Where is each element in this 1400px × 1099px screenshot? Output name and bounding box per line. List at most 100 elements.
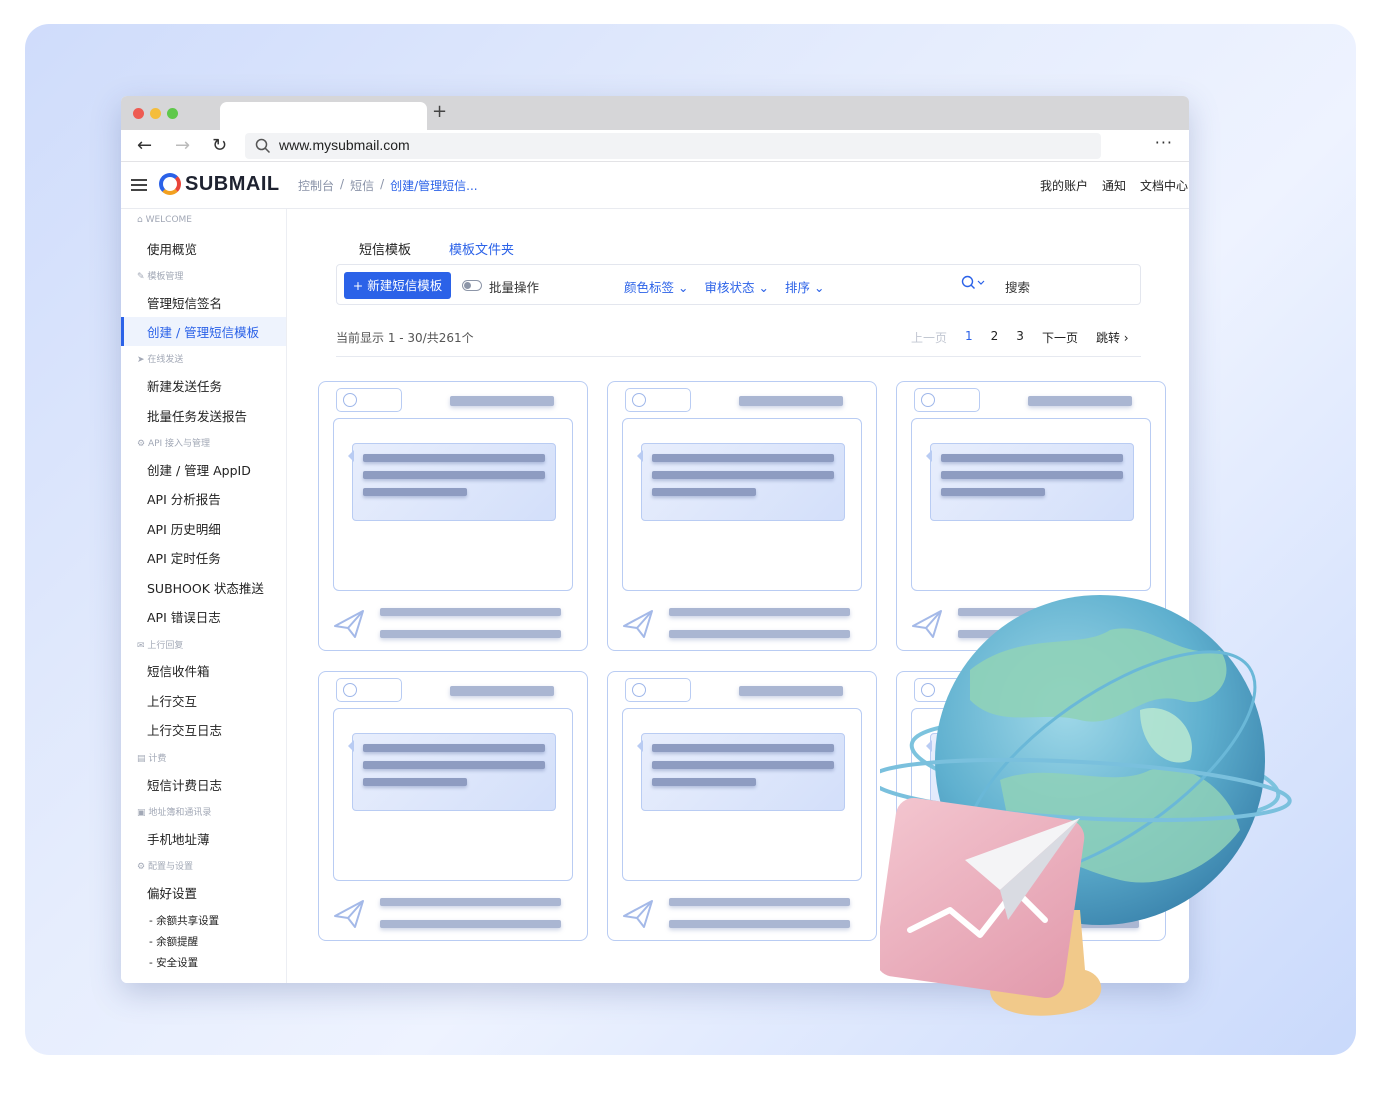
message-line-placeholder <box>363 761 545 769</box>
card-preview-frame <box>911 418 1151 591</box>
menu-icon[interactable] <box>131 179 147 191</box>
card-footer-placeholder <box>958 608 1139 616</box>
sidebar-section-api: ⚙ API 接入与管理 <box>137 439 211 449</box>
card-preview-frame <box>911 708 1151 881</box>
message-line-placeholder <box>363 778 467 786</box>
template-card[interactable] <box>607 671 877 941</box>
card-title-placeholder <box>450 396 554 406</box>
pager-next[interactable]: 下一页 <box>1042 329 1078 346</box>
card-title-placeholder <box>739 396 843 406</box>
sidebar-subitem-security[interactable]: - 安全设置 <box>149 955 198 970</box>
top-nav: 我的账户 通知 文档中心 <box>1040 177 1189 194</box>
card-footer-placeholder <box>380 898 561 906</box>
close-window-dot[interactable] <box>133 108 144 119</box>
filter-sort[interactable]: 排序 ⌄ <box>785 277 824 296</box>
card-title-placeholder <box>1028 686 1132 696</box>
card-title-placeholder <box>739 686 843 696</box>
card-preview-frame <box>622 708 862 881</box>
message-line-placeholder <box>363 471 545 479</box>
message-line-placeholder <box>652 778 756 786</box>
forward-icon[interactable]: → <box>175 135 190 156</box>
paper-plane-icon <box>912 610 942 638</box>
minimize-window-dot[interactable] <box>150 108 161 119</box>
batch-toggle[interactable] <box>462 280 482 291</box>
more-menu-icon[interactable]: ··· <box>1155 133 1173 152</box>
template-card[interactable] <box>318 381 588 651</box>
pager-prev[interactable]: 上一页 <box>911 329 947 346</box>
breadcrumb-console[interactable]: 控制台 <box>298 177 334 194</box>
card-footer-placeholder <box>958 630 1139 638</box>
sidebar-section-settings: ⚙ 配置与设置 <box>137 862 193 872</box>
card-select-toggle[interactable] <box>625 678 691 702</box>
card-preview-frame <box>333 418 573 591</box>
paper-plane-icon <box>912 900 942 928</box>
reload-icon[interactable]: ↻ <box>212 135 227 156</box>
sidebar-item-new-task[interactable]: 新建发送任务 <box>147 376 222 395</box>
sidebar-subitem-balance-alert[interactable]: - 余额提醒 <box>149 934 198 949</box>
template-card[interactable] <box>896 381 1166 651</box>
pager-page-2[interactable]: 2 <box>991 329 999 346</box>
sidebar-item-api-history[interactable]: API 历史明细 <box>147 519 221 538</box>
sidebar: ⌂ WELCOME 使用概览 ✎ 模板管理 管理短信签名 创建 / 管理短信模板… <box>121 209 287 983</box>
card-footer-placeholder <box>380 920 561 928</box>
sidebar-subitem-balance-share[interactable]: - 余额共享设置 <box>149 913 219 928</box>
sidebar-item-interaction[interactable]: 上行交互 <box>147 691 197 710</box>
sidebar-item-preferences[interactable]: 偏好设置 <box>147 883 197 902</box>
card-title-placeholder <box>1028 396 1132 406</box>
new-template-button[interactable]: + 新建短信模板 <box>344 272 451 299</box>
card-select-toggle[interactable] <box>336 388 402 412</box>
sidebar-item-inbox[interactable]: 短信收件箱 <box>147 661 210 680</box>
sidebar-section-send: ➤ 在线发送 <box>137 355 184 365</box>
url-input[interactable]: www.mysubmail.com <box>245 133 1101 159</box>
search-icon <box>255 138 271 154</box>
sidebar-item-signatures[interactable]: 管理短信签名 <box>147 293 222 312</box>
message-bubble <box>637 443 845 521</box>
sidebar-item-api-errors[interactable]: API 错误日志 <box>147 607 221 626</box>
card-select-toggle[interactable] <box>914 388 980 412</box>
new-tab-icon[interactable]: + <box>432 101 447 122</box>
nav-docs[interactable]: 文档中心 <box>1140 177 1188 194</box>
sidebar-section-replies: ✉ 上行回复 <box>137 641 184 651</box>
breadcrumb-separator: / <box>340 177 345 191</box>
card-preview-frame <box>622 418 862 591</box>
sidebar-item-billing-log[interactable]: 短信计费日志 <box>147 775 222 794</box>
search-icon[interactable] <box>961 275 987 291</box>
message-bubble <box>348 733 556 811</box>
pager-jump[interactable]: 跳转 › <box>1096 329 1129 346</box>
card-select-toggle[interactable] <box>914 678 980 702</box>
pager-page-3[interactable]: 3 <box>1016 329 1024 346</box>
sidebar-item-templates[interactable]: 创建 / 管理短信模板 <box>147 322 259 341</box>
filter-review-status[interactable]: 审核状态 ⌄ <box>704 277 768 296</box>
template-card[interactable] <box>318 671 588 941</box>
breadcrumb-sms[interactable]: 短信 <box>350 177 374 194</box>
nav-my-account[interactable]: 我的账户 <box>1040 177 1088 194</box>
message-line-placeholder <box>941 471 1123 479</box>
back-icon[interactable]: ← <box>137 135 152 156</box>
card-select-toggle[interactable] <box>625 388 691 412</box>
maximize-window-dot[interactable] <box>167 108 178 119</box>
sidebar-item-api-analysis[interactable]: API 分析报告 <box>147 489 221 508</box>
nav-notifications[interactable]: 通知 <box>1102 177 1126 194</box>
search-input[interactable]: 搜索 <box>1005 277 1030 296</box>
pager-page-1[interactable]: 1 <box>965 329 973 346</box>
browser-tab[interactable] <box>220 102 427 130</box>
message-line-placeholder <box>652 454 834 462</box>
template-card[interactable] <box>607 381 877 651</box>
address-bar: ← → ↻ www.mysubmail.com ··· <box>121 130 1189 162</box>
template-card[interactable] <box>896 671 1166 941</box>
sidebar-item-overview[interactable]: 使用概览 <box>147 239 197 258</box>
sidebar-item-phonebook[interactable]: 手机地址薄 <box>147 829 210 848</box>
app-header: SUBMAIL 控制台 / 短信 / 创建/管理短信... 我的账户 通知 文档… <box>121 162 1189 209</box>
sidebar-item-batch-report[interactable]: 批量任务发送报告 <box>147 406 247 425</box>
filter-color-tag[interactable]: 颜色标签 ⌄ <box>624 277 688 296</box>
sidebar-item-interaction-log[interactable]: 上行交互日志 <box>147 720 222 739</box>
sidebar-item-subhook[interactable]: SUBHOOK 状态推送 <box>147 578 264 597</box>
batch-label: 批量操作 <box>489 280 540 295</box>
sidebar-item-api-scheduled[interactable]: API 定时任务 <box>147 548 221 567</box>
paper-plane-icon <box>623 900 653 928</box>
card-select-toggle[interactable] <box>336 678 402 702</box>
submail-logo-icon <box>159 173 181 195</box>
sidebar-item-appid[interactable]: 创建 / 管理 AppID <box>147 460 251 479</box>
message-line-placeholder <box>652 744 834 752</box>
pagination: 上一页 1 2 3 下一页 跳转 › <box>911 329 1129 346</box>
